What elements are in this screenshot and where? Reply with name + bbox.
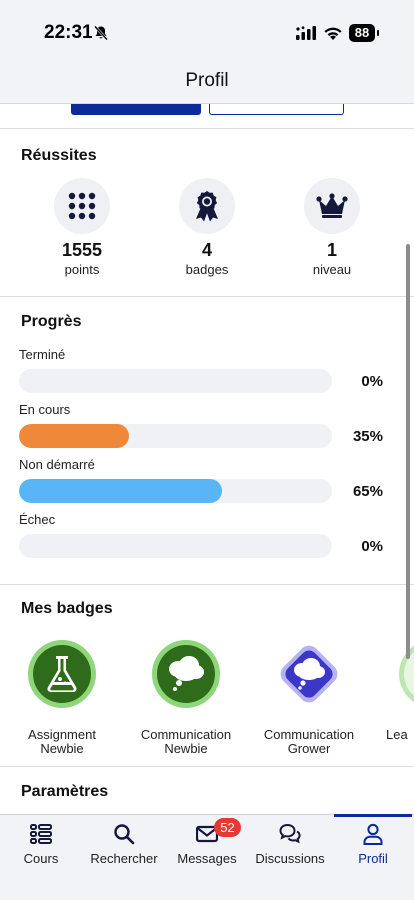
achievement-value: 4 bbox=[201, 240, 212, 260]
badge-label: Lea bbox=[365, 728, 414, 742]
badge-label-line: Communication bbox=[263, 727, 355, 742]
tab-label: Cours bbox=[23, 851, 59, 866]
badge-assignment-newbie[interactable]: Assignment Newbie bbox=[0, 639, 124, 756]
badge-label-line: Newbie bbox=[164, 741, 208, 756]
tab-bar: Cours Rechercher Messages 52 Discussions… bbox=[0, 814, 414, 900]
achievement-badges: 4 badges bbox=[147, 178, 267, 277]
achievement-value: 1555 bbox=[61, 240, 103, 260]
list-icon bbox=[30, 824, 52, 844]
achievement-points: 1555 points bbox=[22, 178, 142, 277]
flask-icon bbox=[28, 640, 96, 708]
messages-count-badge: 52 bbox=[214, 818, 241, 837]
achievement-value: 1 bbox=[326, 240, 337, 260]
section-divider bbox=[0, 128, 414, 129]
progress-percent-not-started: 65% bbox=[352, 483, 383, 500]
achievement-circle bbox=[54, 178, 110, 234]
award-ribbon-icon bbox=[196, 191, 218, 222]
wifi-icon bbox=[324, 27, 342, 40]
progress-percent-completed: 0% bbox=[361, 373, 383, 390]
badge-label-line: Grower bbox=[287, 741, 331, 756]
achievements-title: Réussites bbox=[21, 147, 97, 164]
progress-title: Progrès bbox=[21, 313, 82, 330]
achievement-label: niveau bbox=[312, 262, 352, 277]
progress-label-not-started: Non démarré bbox=[19, 457, 95, 472]
achievement-label: badges bbox=[185, 262, 229, 277]
grid-dots-icon bbox=[68, 192, 96, 220]
tab-profile[interactable]: Profil bbox=[332, 815, 414, 875]
badge-label: Communication Grower bbox=[247, 728, 371, 756]
badges-title: Mes badges bbox=[21, 600, 113, 617]
progress-label-failed: Échec bbox=[19, 512, 56, 527]
badge-label-line: Assignment bbox=[28, 727, 96, 742]
progress-track-completed bbox=[19, 369, 332, 393]
badge-communication-grower[interactable]: Communication Grower bbox=[247, 639, 371, 756]
progress-track-in-progress bbox=[19, 424, 332, 448]
progress-track-failed bbox=[19, 534, 332, 558]
badge-label-line: Communication bbox=[140, 727, 232, 742]
achievement-label: points bbox=[64, 262, 100, 277]
tab-discussions[interactable]: Discussions bbox=[249, 815, 331, 875]
signal-icon bbox=[296, 26, 316, 40]
section-divider bbox=[0, 584, 414, 585]
crown-icon bbox=[316, 193, 348, 218]
tab-label: Messages bbox=[177, 851, 237, 866]
tab-label: Profil bbox=[358, 851, 388, 866]
status-bar: 22:31 88 bbox=[0, 0, 414, 60]
achievement-circle bbox=[304, 178, 360, 234]
primary-button-partial[interactable] bbox=[71, 104, 201, 115]
badge-label-line: Newbie bbox=[40, 741, 84, 756]
nav-bar: Profil bbox=[0, 60, 414, 104]
profile-content[interactable]: Réussites 1555 points 4 badges 1 niveau … bbox=[0, 104, 414, 814]
badge-label: Assignment Newbie bbox=[0, 728, 124, 756]
thought-cloud-icon bbox=[152, 640, 220, 708]
progress-percent-failed: 0% bbox=[361, 538, 383, 555]
person-icon bbox=[363, 823, 383, 845]
achievement-circle bbox=[179, 178, 235, 234]
badge-label: Communication Newbie bbox=[124, 728, 248, 756]
achievement-level: 1 niveau bbox=[272, 178, 392, 277]
progress-label-in-progress: En cours bbox=[19, 402, 71, 417]
battery-indicator: 88 bbox=[349, 24, 379, 42]
tab-courses[interactable]: Cours bbox=[0, 815, 82, 875]
chat-bubbles-icon bbox=[279, 823, 301, 844]
tab-label: Rechercher bbox=[90, 851, 158, 866]
tab-label: Discussions bbox=[255, 851, 325, 866]
page-title: Profil bbox=[185, 70, 229, 91]
tab-search[interactable]: Rechercher bbox=[83, 815, 165, 875]
badge-label-line: Lea bbox=[386, 727, 408, 742]
progress-fill bbox=[19, 424, 129, 448]
secondary-button-partial[interactable] bbox=[209, 104, 344, 115]
status-time: 22:31 bbox=[44, 22, 93, 43]
progress-label-completed: Terminé bbox=[19, 347, 66, 362]
search-icon bbox=[114, 824, 135, 845]
badge-communication-newbie[interactable]: Communication Newbie bbox=[124, 639, 248, 756]
progress-track-not-started bbox=[19, 479, 332, 503]
progress-percent-in-progress: 35% bbox=[352, 428, 383, 445]
section-divider bbox=[0, 296, 414, 297]
thought-cloud-icon bbox=[280, 645, 338, 703]
bell-muted-icon bbox=[94, 25, 108, 41]
progress-fill bbox=[19, 479, 223, 503]
scrollbar[interactable] bbox=[406, 244, 410, 659]
section-divider bbox=[0, 766, 414, 767]
settings-title: Paramètres bbox=[21, 783, 109, 800]
